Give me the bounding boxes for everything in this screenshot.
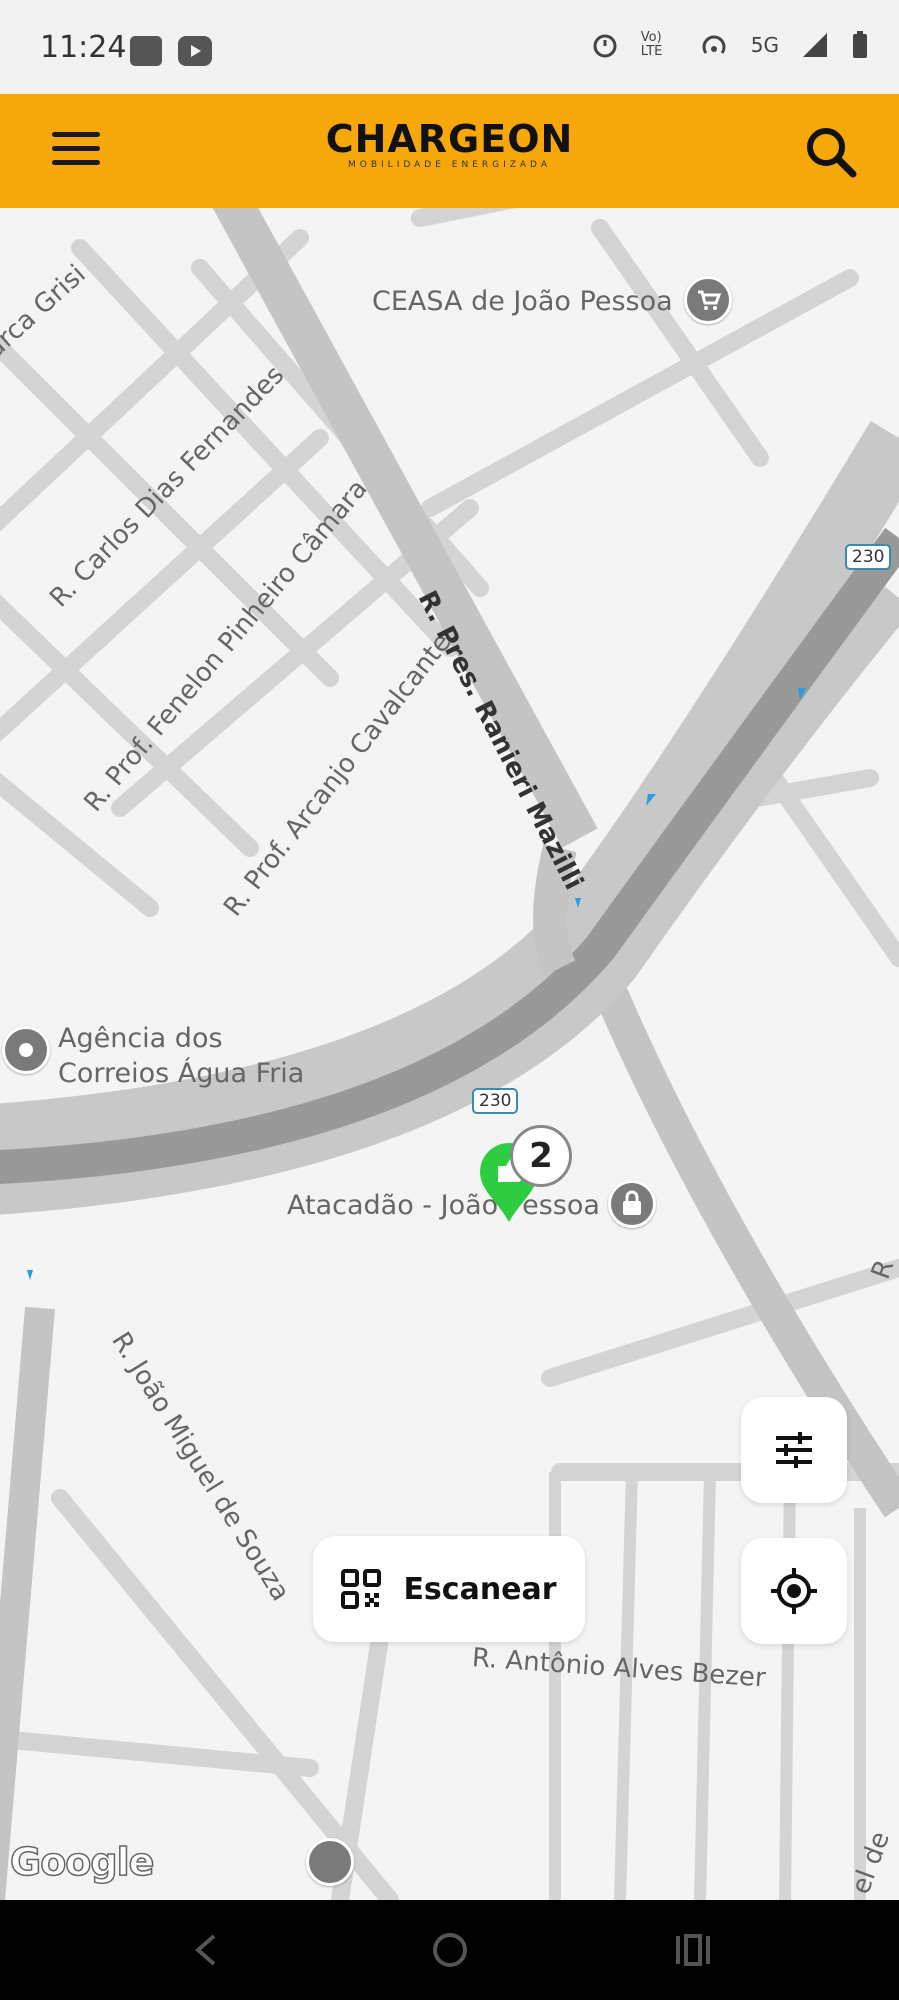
back-icon[interactable] (190, 1932, 220, 1968)
shop-icon (130, 36, 162, 66)
search-icon[interactable] (803, 124, 859, 180)
shopping-cart-icon[interactable] (684, 276, 732, 324)
map-roads (0, 208, 899, 1900)
my-location-button[interactable] (741, 1538, 847, 1644)
app-header: CHARGEON MOBILIDADE ENERGIZADA (0, 94, 899, 208)
volte-icon: Vo) LTE (640, 30, 663, 59)
network-type: 5G (750, 33, 779, 57)
status-bar: 11:24 Vo) LTE 5G (0, 0, 899, 94)
brand-name: CHARGEON (325, 117, 574, 161)
filter-sliders-icon (776, 1432, 812, 1468)
brand-logo: CHARGEON MOBILIDADE ENERGIZADA (0, 120, 899, 170)
status-time: 11:24 (40, 30, 127, 65)
recents-icon[interactable] (674, 1932, 714, 1968)
google-logo: Google (9, 1839, 155, 1885)
cluster-count-badge[interactable]: 2 (510, 1125, 572, 1187)
place-label-correios[interactable]: Agência dos (58, 1023, 223, 1054)
shopping-bag-icon[interactable] (608, 1180, 656, 1228)
locate-icon (771, 1568, 817, 1614)
brand-tagline: MOBILIDADE ENERGIZADA (348, 160, 551, 170)
qr-code-icon (341, 1569, 382, 1609)
scan-button[interactable]: Escanear (313, 1536, 585, 1642)
route-shield: 230 (472, 1088, 519, 1114)
youtube-icon (178, 36, 212, 66)
alarm-icon (593, 34, 617, 58)
map-view[interactable]: arca Grisi R. Carlos Dias Fernandes R. P… (0, 208, 899, 1900)
place-label-ceasa[interactable]: CEASA de João Pessoa (372, 286, 673, 317)
status-icons: Vo) LTE 5G (591, 30, 869, 60)
filter-button[interactable] (741, 1397, 847, 1503)
system-nav-bar (0, 1900, 899, 2000)
route-shield: 230 (845, 544, 892, 570)
hotspot-icon (702, 35, 726, 54)
home-icon[interactable] (430, 1930, 470, 1970)
battery-icon (853, 31, 867, 58)
shopping-bag-icon[interactable] (306, 1838, 354, 1886)
location-pin-icon[interactable] (2, 1026, 50, 1074)
place-label-atacadao[interactable]: Atacadão - João Pessoa (287, 1190, 600, 1221)
place-label-correios[interactable]: Correios Água Fria (58, 1058, 304, 1089)
signal-icon (803, 33, 827, 57)
scan-label: Escanear (403, 1571, 557, 1607)
